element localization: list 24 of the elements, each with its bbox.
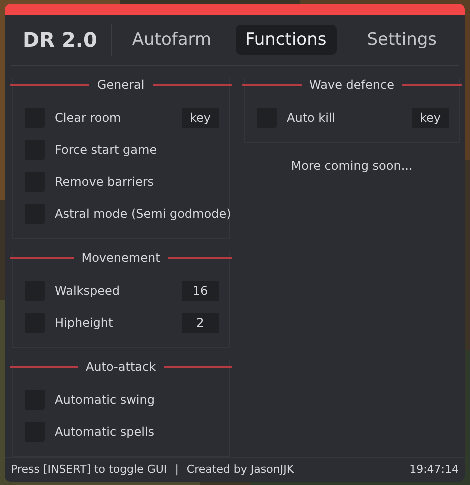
section-title: Auto-attack <box>86 360 156 374</box>
option-label: Automatic spells <box>55 424 155 439</box>
option-label: Force start game <box>55 142 158 157</box>
option-label: Remove barriers <box>55 174 154 189</box>
section-title: Movenement <box>82 250 160 265</box>
option-label: Astral mode (Semi godmode) <box>55 206 232 221</box>
option-label: Auto kill <box>287 110 336 125</box>
logo: DR 2.0 <box>23 24 112 56</box>
option-label: Hipheight <box>55 316 114 330</box>
credit-text: Created by JasonJJK <box>186 463 294 476</box>
option-label: Clear room <box>55 110 122 125</box>
keybind-button[interactable]: key <box>182 108 219 128</box>
number-field[interactable]: 2 <box>182 312 219 333</box>
hint-text: Press [INSERT] to toggle GUI <box>11 463 168 476</box>
note-text: More coming soon... <box>290 158 414 173</box>
clock-text: 19:47:14 <box>410 463 459 476</box>
option-label: Walkspeed <box>55 284 120 298</box>
section-title: General <box>97 78 145 92</box>
separator-text: | <box>175 463 179 476</box>
tab[interactable]: Functions <box>236 24 337 55</box>
number-field[interactable]: 16 <box>182 280 219 301</box>
section-title: Wave defence <box>310 78 394 92</box>
option-label: Automatic swing <box>55 392 155 407</box>
keybind-button[interactable]: key <box>412 108 449 128</box>
